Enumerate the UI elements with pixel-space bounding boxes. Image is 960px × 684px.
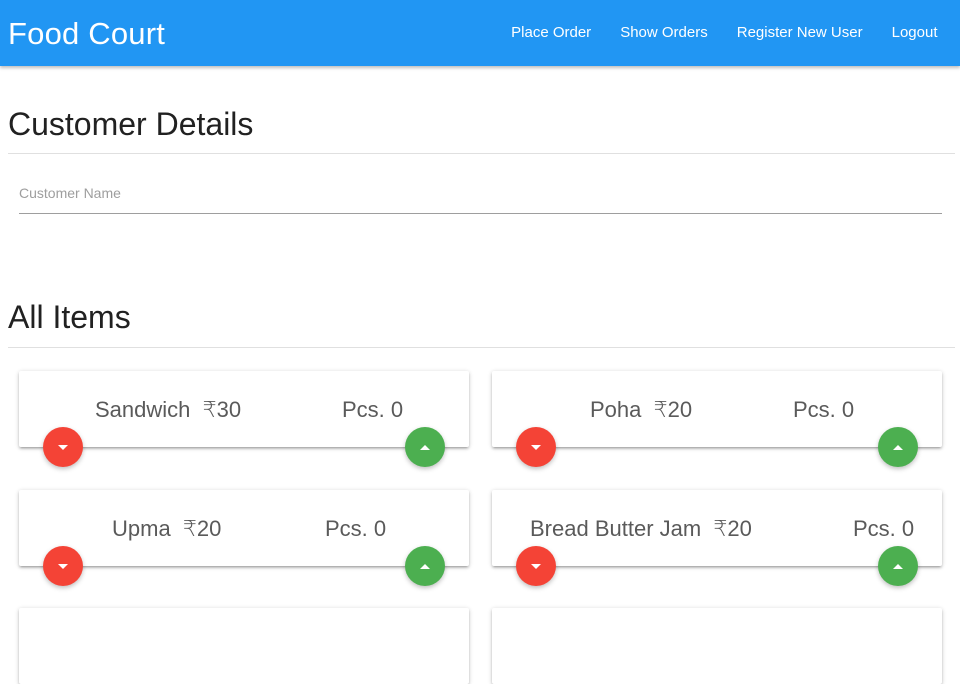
increment-button[interactable] <box>405 427 445 467</box>
item-card-upma: Upma ₹20 Pcs. 0 <box>19 490 469 586</box>
item-name: Sandwich <box>95 397 191 422</box>
nav-logout[interactable]: Logout <box>877 0 952 66</box>
item-name: Upma <box>112 516 171 541</box>
decrement-button[interactable] <box>43 546 83 586</box>
customer-divider <box>8 153 955 154</box>
item-quantity: Pcs. 0 <box>342 397 404 422</box>
arrow-drop-up-icon <box>893 563 903 569</box>
increment-button[interactable] <box>878 546 918 586</box>
item-name-label: Upma ₹20 <box>112 516 221 542</box>
nav-place-order[interactable]: Place Order <box>497 0 606 66</box>
item-quantity: Pcs. 0 <box>325 516 387 541</box>
all-items-heading: All Items <box>8 299 131 335</box>
customer-name-input[interactable] <box>19 172 942 214</box>
item-price: ₹20 <box>182 516 222 541</box>
items-divider <box>8 347 955 348</box>
arrow-drop-up-icon <box>420 563 430 569</box>
item-card-sandwich: Sandwich ₹30 Pcs. 0 <box>19 371 469 467</box>
item-card-partial <box>492 608 942 684</box>
decrement-button[interactable] <box>516 546 556 586</box>
item-price: ₹20 <box>653 397 693 422</box>
arrow-drop-up-icon <box>420 444 430 450</box>
item-name-label: Poha ₹20 <box>590 397 692 423</box>
nav-show-orders[interactable]: Show Orders <box>606 0 723 66</box>
item-price: ₹30 <box>202 397 242 422</box>
item-card-bread-butter-jam: Bread Butter Jam ₹20 Pcs. 0 <box>492 490 942 586</box>
item-quantity: Pcs. 0 <box>793 397 855 422</box>
item-card-partial <box>19 608 469 684</box>
increment-button[interactable] <box>878 427 918 467</box>
customer-name-field <box>19 172 942 216</box>
item-name-label: Sandwich ₹30 <box>95 397 241 423</box>
brand-logo[interactable]: Food Court <box>8 14 165 54</box>
item-quantity: Pcs. 0 <box>853 516 915 541</box>
item-name: Bread Butter Jam <box>530 516 702 541</box>
decrement-button[interactable] <box>516 427 556 467</box>
item-card-poha: Poha ₹20 Pcs. 0 <box>492 371 942 467</box>
item-price: ₹20 <box>713 516 752 541</box>
arrow-drop-down-icon <box>531 563 541 569</box>
decrement-button[interactable] <box>43 427 83 467</box>
top-navbar: Food Court Place Order Show Orders Regis… <box>0 0 960 66</box>
arrow-drop-up-icon <box>893 444 903 450</box>
item-name-label: Bread Butter Jam ₹20 <box>530 516 752 542</box>
arrow-drop-down-icon <box>58 444 68 450</box>
arrow-drop-down-icon <box>58 563 68 569</box>
increment-button[interactable] <box>405 546 445 586</box>
arrow-drop-down-icon <box>531 444 541 450</box>
nav-register-new-user[interactable]: Register New User <box>722 0 877 66</box>
item-name: Poha <box>590 397 642 422</box>
nav-menu: Place Order Show Orders Register New Use… <box>497 0 952 66</box>
customer-details-heading: Customer Details <box>8 106 254 142</box>
